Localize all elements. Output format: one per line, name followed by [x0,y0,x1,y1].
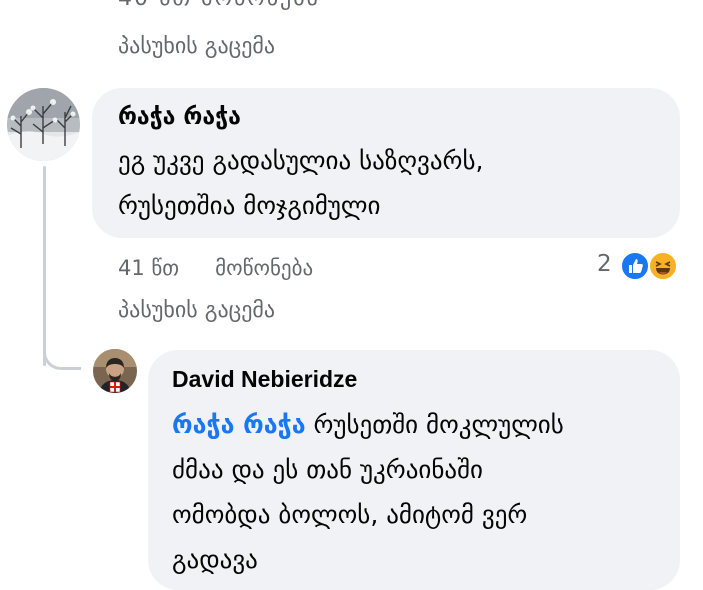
thread-connector [43,346,81,370]
haha-icon [648,251,678,281]
comment-bubble-david: David Nebieridze რაჭა რაჭა რუსეთში მოკლუ… [148,350,680,590]
comment-meta: 41 წთ მოწონება [118,256,313,280]
comment-author[interactable]: რაჭა რაჭა [118,102,654,132]
comment-bubble-racha: რაჭა რაჭა ეგ უკვე გადასულია საზღვარს, რუ… [92,88,680,238]
thread-line [43,166,46,366]
like-link[interactable]: მოწონება [215,256,313,280]
avatar-racha[interactable] [7,88,80,161]
mention-link[interactable]: რაჭა რაჭა [172,410,306,439]
avatar-david[interactable] [93,349,137,393]
reply-link-previous[interactable]: პასუხის გაცემა [118,34,275,59]
profile-photo-image [93,349,137,393]
comment-text-line: ომობდა ბოლოს, ამიტომ ვერ [172,500,528,529]
reply-link[interactable]: პასუხის გაცემა [118,298,275,323]
snowy-trees-image [7,88,80,161]
comment-text-line: გადავა [172,545,258,574]
previous-comment-meta: 40 სთ მოწონება [118,0,320,11]
comment-text-fragment: რუსეთში მოკლულის [305,410,564,439]
comment-author[interactable]: David Nebieridze [172,364,656,394]
like-icon [620,251,650,281]
comment-text-line: რაჭა რაჭა რუსეთში მოკლულის [172,402,656,447]
comment-text-line: რუსეთშია მოჯგიმული [118,191,381,220]
comment-text-line: ძმაა და ეს თან უკრაინაში [172,455,483,484]
reaction-count[interactable]: 2 [597,251,612,277]
comment-time[interactable]: 41 წთ [118,256,179,280]
comment-text-line: ეგ უკვე გადასულია საზღვარს, [118,146,484,175]
